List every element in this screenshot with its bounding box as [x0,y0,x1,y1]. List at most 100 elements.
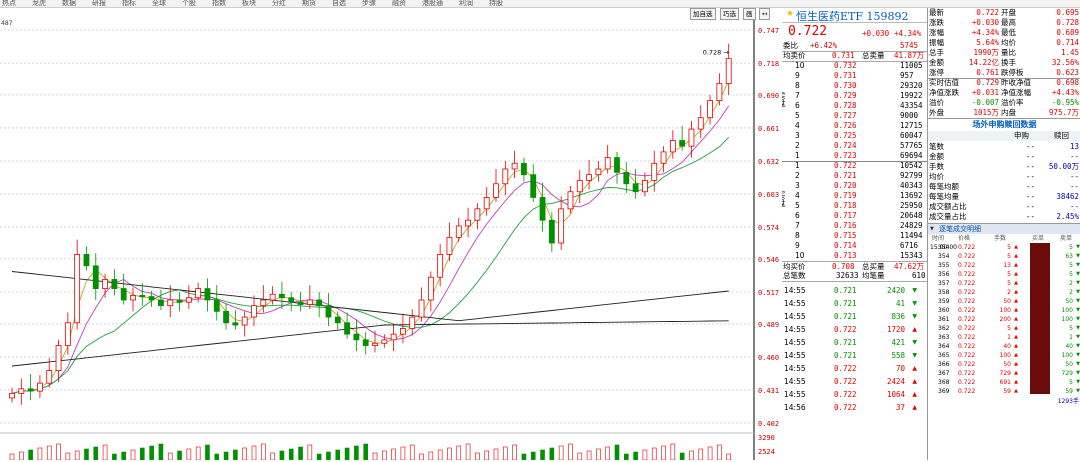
tick-price: 0.721 [834,286,857,295]
bid-price: 0.717 [834,211,857,220]
candle-body [223,310,229,324]
y-tick-label: 0.574 [758,224,779,232]
commission-diff: 5745 [900,41,919,50]
quote-panel: ★ 恒生医药ETF 159892 0.722 +0.030 +4.34% 委比 +… [782,8,927,460]
subscription-purchase-value: -- [1026,172,1036,181]
subscription-col-purchase: 申购 [1014,131,1029,140]
detail-price: 0.722 [958,244,976,251]
detail-row: 360 0.722 100 ▲ 100 ▼ [928,306,1080,315]
stat-label: 最新 [929,8,944,17]
bid-level: 1 [795,161,800,170]
volume-bar [65,452,71,461]
volume-bar [549,447,555,461]
detail-volume: 5 [1007,253,1011,260]
candle-body [446,236,453,255]
volume-bar [251,445,257,461]
detail-volume: 50 [1003,298,1011,305]
volume-bar [530,451,536,461]
moving-average-line [11,320,729,367]
candle-body [316,299,323,307]
chart-control-button[interactable]: ↤ [759,8,771,20]
stat-label: 量比 [1001,48,1016,57]
moving-average-line [11,271,729,322]
stat-label: 最高 [1001,18,1016,27]
price-change-pct: +4.34% [894,29,922,38]
chart-control-button[interactable]: 加自选 [690,8,716,20]
detail-volume: 729 [999,370,1011,377]
candle-body [148,296,155,301]
candle-body [37,382,43,392]
candle-body [548,219,555,244]
subscription-row: 成交额占比 -- -- [928,202,1080,212]
avg-per-order: 610 [912,271,926,280]
candle-body [614,157,620,173]
tick-time: 14:55 [784,312,806,321]
stat-row: 外盘 1015万 内盘 975.7万 [928,108,1080,119]
tick-row: 14:55 0.722 1064 ▲ [782,388,927,401]
volume-bar [121,451,126,461]
chart-control-button[interactable]: 画 [743,8,756,20]
subscription-label: 成交额占比 [929,202,967,211]
tick-volume: 37 [895,403,905,412]
bid-price: 0.719 [834,191,857,200]
star-icon[interactable]: ★ [786,9,794,19]
kline-chart[interactable]: 0.747 0.718 0.690 0.661 0.632 0.603 0.574 0.546… [0,0,782,461]
volume-bar [409,444,415,461]
volume-bar [605,446,610,461]
volume-bar [633,451,638,461]
stat-label: 开盘 [1001,8,1016,17]
volume-bar [577,452,583,461]
tab-trade-detail[interactable]: ▼ 逐笔成交明细 [928,223,1080,234]
volume-bar [456,445,462,461]
candle-body [688,128,695,147]
detail-seq: 368 [938,379,950,386]
kline-chart-panel[interactable]: 0.747 0.718 0.690 0.661 0.632 0.603 0.574 0.546… [0,0,782,461]
ask-volume: 43354 [900,101,923,110]
volume-bar [670,443,676,461]
detail-sell: 1 [1069,334,1073,341]
tick-row: 14:55 0.722 70 ▲ [782,362,927,375]
detail-seq: 363 [938,334,950,341]
detail-volume: 13 [1003,262,1011,269]
subscription-redeem-value: -- [1069,172,1079,181]
detail-price: 0.722 [958,325,976,332]
tick-row: 14:55 0.721 2420 ▼ [782,284,927,297]
bid-volume: 24829 [900,221,923,230]
volume-bar [363,443,368,461]
bid-price: 0.720 [834,181,857,190]
candle-body [64,322,71,346]
arrow-up-icon: ▲ [1014,289,1018,295]
stat-label: 昨收净值 [1001,78,1031,87]
order-book-row: 4 0.726 12715 [782,121,927,131]
candle-body [334,316,341,324]
detail-price: 0.722 [958,253,976,260]
chart-control-button[interactable]: 巧选 [720,8,739,20]
bid-volume: 40343 [900,181,923,190]
arrow-down-icon: ▼ [912,352,917,359]
detail-row: 369 0.722 59 ▲ 59 ▼ [928,387,1080,396]
tick-row: 14:55 0.721 558 ▼ [782,349,927,362]
candle-body [707,100,713,119]
price-header: 0.722 +0.030 +4.34% [782,23,927,41]
subscription-label: 每笔均量 [929,192,959,201]
stat-label: 振幅 [929,38,944,47]
candle-body [539,197,546,221]
y-tick-label: 0.402 [758,420,779,428]
detail-row: 365 0.722 100 ▲ 100 ▼ [928,351,1080,360]
detail-seq: 369 [938,388,950,395]
subscription-redeem-value: 2.45% [1056,212,1079,221]
candle-body [213,299,220,312]
tick-time: 14:55 [784,377,806,386]
stat-row: 溢价 -0.007 溢价率 -0.95% [928,98,1080,108]
ask-level: 9 [795,71,800,80]
arrow-up-icon: ▲ [1014,343,1018,349]
tick-price: 0.722 [834,364,857,373]
subscription-row: 笔数 -- 13 [928,142,1080,152]
volume-bar [270,452,275,461]
subscription-row: 每笔均额 -- -- [928,182,1080,192]
y-tick-label: 0.460 [758,354,779,362]
sell-order-volume: 1293手 [1057,398,1079,405]
stat-value: 32.56% [1051,58,1079,67]
ask-volume: 69694 [900,151,923,160]
detail-seq: 364 [938,343,950,350]
